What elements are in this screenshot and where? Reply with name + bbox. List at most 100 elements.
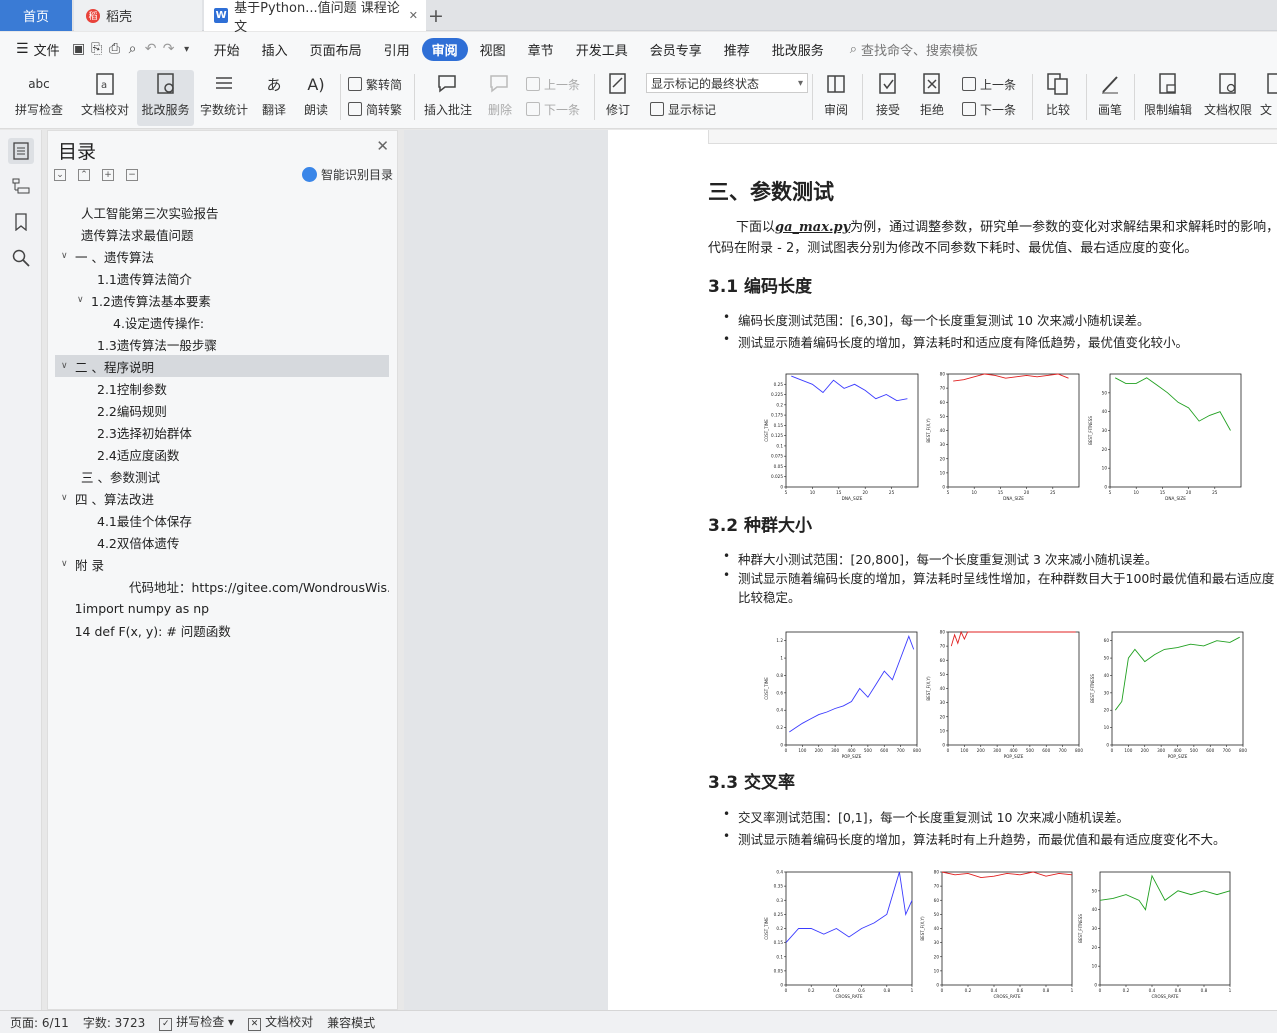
y-tick-label: 40 — [934, 926, 940, 931]
print-icon[interactable]: ⎙ — [106, 40, 124, 58]
close-tab-icon[interactable]: ✕ — [409, 9, 418, 22]
export-icon[interactable]: ⎘ — [88, 40, 106, 58]
reject-button[interactable]: 拒绝 — [912, 70, 952, 126]
toc-item[interactable]: 2.1控制参数 — [55, 377, 389, 399]
save-icon[interactable]: ▣ — [70, 40, 88, 58]
search-pane-icon[interactable] — [8, 245, 34, 271]
menu-item[interactable]: 页面布局 — [300, 38, 372, 61]
toc-item[interactable]: 代码地址：https://gitee.com/WondrousWis... — [55, 575, 389, 597]
show-markup-button[interactable]: 显示标记 — [650, 98, 716, 120]
spellcheck-button[interactable]: abc 拼写检查 — [6, 70, 72, 126]
chevron-down-icon[interactable]: ∨ — [61, 361, 71, 371]
tab-home[interactable]: 首页 — [0, 0, 72, 31]
menu-item[interactable]: 会员专享 — [640, 38, 712, 61]
tab-document[interactable]: W 基于Python...值问题 课程论文 ✕ — [204, 0, 426, 35]
toc-item[interactable]: 1.1遗传算法简介 — [55, 267, 389, 289]
menu-item[interactable]: 推荐 — [714, 38, 760, 61]
smart-toc-button[interactable]: 智能识别目录 — [301, 166, 393, 183]
y-tick-label: 0.25 — [774, 382, 784, 387]
review-pane-button[interactable]: 审阅 — [816, 70, 856, 126]
toc-item[interactable]: 2.4适应度函数 — [55, 443, 389, 465]
chevron-down-icon[interactable]: ∨ — [61, 251, 71, 261]
delete-comment-button[interactable]: 删除 — [480, 70, 520, 126]
s2t-button[interactable]: 简转繁 — [348, 98, 402, 120]
plus-level-icon[interactable]: + — [102, 169, 114, 181]
x-tick-label: 0.4 — [1149, 988, 1156, 993]
new-tab-button[interactable]: + — [428, 0, 444, 31]
close-icon[interactable]: ✕ — [376, 137, 389, 155]
toc-item[interactable]: 1import numpy as np — [55, 597, 389, 619]
menu-item[interactable]: 批改服务 — [762, 38, 834, 61]
toc-item[interactable]: 三 、参数测试 — [55, 465, 389, 487]
quick-access-chevron-icon[interactable]: ▾ — [178, 40, 196, 58]
toc-item[interactable]: 2.3选择初始群体 — [55, 421, 389, 443]
tab-daoke[interactable]: 稻 稻壳 — [74, 0, 202, 31]
minus-level-icon[interactable]: − — [126, 169, 138, 181]
translate-button[interactable]: あ翻译 — [254, 70, 294, 126]
tab-daoke-label: 稻壳 — [106, 10, 133, 25]
chevron-down-icon[interactable]: ∨ — [61, 493, 71, 503]
toc-item[interactable]: 1.3遗传算法一般步骤 — [55, 333, 389, 355]
toc-item[interactable]: 14 def F(x, y): # 问题函数 — [55, 619, 389, 641]
ribbon-separator — [1086, 74, 1087, 120]
insert-comment-button[interactable]: 插入批注 — [420, 70, 476, 126]
markup-mode-select[interactable]: 显示标记的最终状态 — [646, 73, 808, 93]
word-count[interactable]: 字数: 3723 — [83, 1014, 145, 1031]
print-preview-icon[interactable]: ⌕ — [124, 40, 142, 58]
doc-check-button[interactable]: a 文档校对 — [76, 70, 134, 126]
read-aloud-button[interactable]: A) 朗读 — [298, 70, 334, 126]
doc-check-label: 文档校对 — [80, 103, 129, 117]
doc-check-status[interactable]: ✕ 文档校对 — [248, 1013, 313, 1031]
pen-button[interactable]: 画笔 — [1092, 70, 1128, 126]
doc-permission-button[interactable]: 文档权限 — [1200, 70, 1256, 126]
toc-pane-icon[interactable] — [8, 138, 34, 164]
command-search[interactable]: ⌕ 查找命令、搜索模板 — [850, 40, 978, 59]
menu-item[interactable]: 审阅 — [421, 37, 468, 61]
accept-button[interactable]: 接受 — [868, 70, 908, 126]
toc-item[interactable]: 4.2双倍体遗传 — [55, 531, 389, 553]
toc-item[interactable]: 2.2编码规则 — [55, 399, 389, 421]
prev-change-button[interactable]: 上一条 — [962, 73, 1016, 95]
menu-item[interactable]: 插入 — [252, 38, 298, 61]
menu-item[interactable]: 引用 — [374, 38, 420, 61]
menu-item[interactable]: 开始 — [204, 38, 250, 61]
compare-button[interactable]: 比较 — [1036, 70, 1080, 126]
toc-item[interactable]: 4.设定遗传操作: — [55, 311, 389, 333]
toc-item[interactable]: ∨ 二 、程序说明 — [55, 355, 389, 377]
navigation-tree-icon[interactable] — [8, 173, 34, 199]
more-ribbon-button[interactable]: 文 — [1260, 70, 1277, 126]
bookmark-icon[interactable] — [8, 209, 34, 235]
document-page[interactable]: 三、参数测试 下面以ga_max.py为例，通过调整参数，研究单一参数的变化对求… — [608, 130, 1277, 1010]
menu-item[interactable]: 开发工具 — [566, 38, 638, 61]
grading-button[interactable]: 批改服务 — [137, 70, 194, 126]
wordcount-button[interactable]: 字数统计 — [197, 70, 251, 126]
collapse-all-icon[interactable]: ⌄ — [54, 169, 66, 181]
undo-icon[interactable]: ↶ — [142, 40, 160, 58]
page-indicator[interactable]: 页面: 6/11 — [10, 1014, 69, 1031]
toc-item[interactable]: ∨ 附 录 — [55, 553, 389, 575]
restrict-edit-button[interactable]: 限制编辑 — [1140, 70, 1196, 126]
toc-item[interactable]: 遗传算法求最值问题 — [55, 223, 389, 245]
toc-item[interactable]: ∨ 一 、遗传算法 — [55, 245, 389, 267]
toc-item[interactable]: ∨ 四 、算法改进 — [55, 487, 389, 509]
x-axis-label: POP_SIZE — [1168, 754, 1188, 759]
toc-item[interactable]: ∨ 1.2遗传算法基本要素 — [55, 289, 389, 311]
track-changes-button[interactable]: 修订 — [598, 70, 638, 126]
menu-item[interactable]: 视图 — [470, 38, 516, 61]
menu-item[interactable]: 章节 — [518, 38, 564, 61]
chevron-down-icon[interactable]: ∨ — [61, 559, 71, 569]
t2s-button[interactable]: 繁转简 — [348, 73, 402, 95]
spellcheck-status[interactable]: ✓ 拼写检查 ▾ — [159, 1013, 234, 1031]
toc-item[interactable]: 人工智能第三次实验报告 — [55, 201, 389, 223]
redo-icon[interactable]: ↷ — [160, 40, 178, 58]
chevron-down-icon[interactable]: ∨ — [77, 295, 87, 305]
next-change-button[interactable]: 下一条 — [962, 98, 1016, 120]
toc-item[interactable]: 4.1最佳个体保存 — [55, 509, 389, 531]
next-comment-button[interactable]: 下一条 — [526, 98, 580, 120]
chart-frame — [947, 631, 1080, 746]
expand-all-icon[interactable]: ⌃ — [78, 169, 90, 181]
x-tick-label: 0.2 — [808, 988, 815, 993]
toc-item-label: 4.设定遗传操作: — [113, 315, 205, 331]
prev-comment-button[interactable]: 上一条 — [526, 73, 580, 95]
file-menu[interactable]: ☰ 文件 — [6, 38, 70, 61]
